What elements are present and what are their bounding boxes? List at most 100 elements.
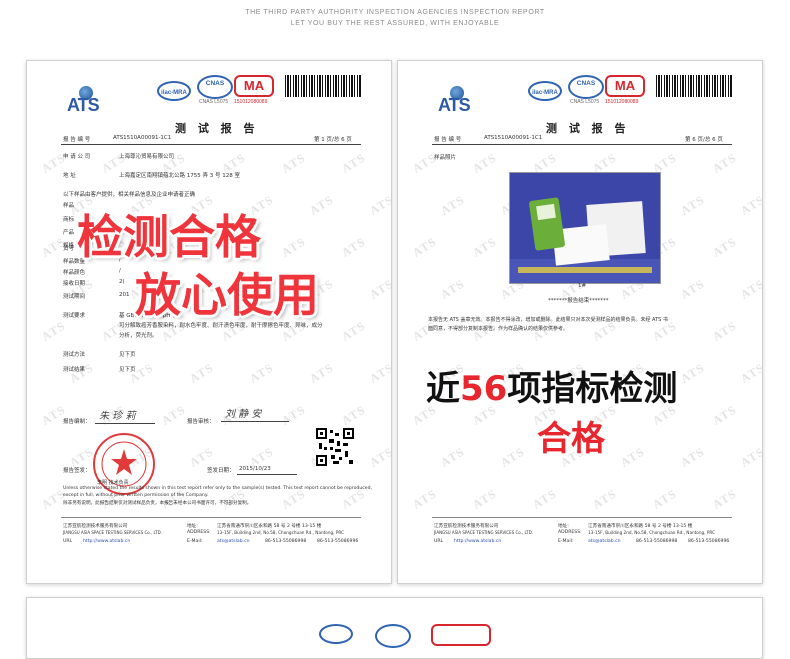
cnas-logo xyxy=(375,624,411,648)
watermark-text: ATS xyxy=(366,192,392,218)
barcode xyxy=(285,75,361,97)
divider xyxy=(61,144,361,145)
field-label: 样品颜色 xyxy=(63,270,86,276)
watermark-text: ATS xyxy=(366,360,392,386)
watermark-text: ATS xyxy=(709,318,739,344)
field-value: 201 xyxy=(119,292,130,298)
field-value: 2( xyxy=(119,279,125,285)
watermark-text: ATS xyxy=(338,234,368,260)
footer-address-label: ADDRESS: xyxy=(187,530,211,535)
ma-logo: MA xyxy=(234,75,274,97)
partial-label: 样品 xyxy=(63,203,75,209)
footer-company-cn: 江苏亚航检测技术服务有限公司 xyxy=(434,524,499,529)
watermark-text: ATS xyxy=(737,192,763,218)
footer-tel: 86-513-55086998 xyxy=(636,539,678,544)
page-indicator: 第 6 页/总 6 页 xyxy=(685,137,723,143)
footer-email-label: E-Mail: xyxy=(187,539,203,544)
watermark-text: ATS xyxy=(338,402,368,428)
ilac-mra-logo: ilac-MRA xyxy=(528,81,562,101)
qr-code xyxy=(315,427,355,467)
cnas-logo: CNAS xyxy=(568,75,604,99)
ilac-mra-logo xyxy=(319,624,353,644)
footer-company-cn: 江苏亚航检测技术服务有限公司 xyxy=(63,524,128,529)
watermark-text: ATS xyxy=(709,150,739,176)
watermark-text: ATS xyxy=(409,486,439,512)
disclaimer-en: Unless otherwise stated the results show… xyxy=(63,486,372,491)
watermark-text: ATS xyxy=(338,150,368,176)
footer-url-label: URL xyxy=(63,539,73,544)
signature-line xyxy=(221,421,289,422)
footer-addr-en: 13-15F, Building 2nd, No.58, Chongchuan … xyxy=(588,530,715,535)
ma-number: 151012080089 xyxy=(605,99,639,105)
approver-label: 报告签发： xyxy=(63,468,91,474)
address: 上海嘉定区南翔镇蕴北公路 1755 弄 3 号 128 室 xyxy=(119,173,240,179)
promo-post: 项指标检测 xyxy=(507,369,678,409)
footer-fax: 86-513-55086996 xyxy=(317,539,359,544)
watermark-text: ATS xyxy=(737,444,763,470)
result-label: 测试结果 xyxy=(63,367,86,373)
ma-logo: MA xyxy=(605,75,645,97)
reviewer-label: 报告审核： xyxy=(187,419,215,425)
approver-name: 李明 技术负责 xyxy=(97,480,129,486)
report-end-mark: *******报告结束******* xyxy=(548,298,609,304)
disclaimer-cn: 除非另有说明，此报告结果仅对测试样品负责，本报告未经本公司书面许可，不可部分复制… xyxy=(63,501,252,506)
report-no: ATS1510A00091-1C1 xyxy=(113,135,172,141)
barcode xyxy=(656,75,732,97)
footer-fax: 86-513-55086996 xyxy=(688,539,730,544)
watermark-text: ATS xyxy=(437,192,467,218)
watermark-text: ATS xyxy=(366,444,392,470)
watermark-text: ATS xyxy=(677,276,707,302)
compiler-signature: 朱 珍 莉 xyxy=(99,411,136,422)
overlay-inspection-passed: 检测合格 xyxy=(77,210,261,264)
notice-text: 面同意，不得部分复制本报告。作为样品确认的结果仅供参考。 xyxy=(428,326,569,332)
footer-url[interactable]: http://www.atslab.cn xyxy=(83,539,130,544)
method-label: 测试方法 xyxy=(63,352,86,358)
disclaimer-en: except in full, without prior written pe… xyxy=(63,493,209,498)
watermark-text: ATS xyxy=(158,402,188,428)
watermark-text: ATS xyxy=(186,360,216,386)
footer-company-en: JIANGSU ASIA SPACE TESTING SERVICES Co.,… xyxy=(434,530,533,535)
watermark-text: ATS xyxy=(649,486,679,512)
promo-number: 56 xyxy=(460,369,508,409)
watermark-text: ATS xyxy=(437,276,467,302)
footer-email[interactable]: ats@atslab.cn xyxy=(588,539,621,544)
footer-addr-label: 地址: xyxy=(187,524,198,529)
ilac-mra-logo: ilac-MRA xyxy=(157,81,191,101)
watermark-text: ATS xyxy=(469,486,499,512)
watermark-text: ATS xyxy=(38,318,68,344)
date-line xyxy=(237,474,297,475)
footer-addr-en: 13-15F, Building 2nd, No.58, Chongchuan … xyxy=(217,530,344,535)
field-label: 测试期间 xyxy=(63,294,86,300)
field-value: / xyxy=(119,268,121,274)
watermark-text: ATS xyxy=(497,444,527,470)
footer-email[interactable]: ats@atslab.cn xyxy=(217,539,250,544)
watermark-text: ATS xyxy=(278,234,308,260)
watermark-text: ATS xyxy=(709,402,739,428)
page-header: THE THIRD PARTY AUTHORITY INSPECTION AGE… xyxy=(0,7,790,29)
footer-url[interactable]: http://www.atslab.cn xyxy=(454,539,501,544)
watermark-text: ATS xyxy=(469,150,499,176)
footer-address-label: ADDRESS: xyxy=(558,530,582,535)
result-value: 见下页 xyxy=(119,367,136,373)
requirements-label: 测试要求 xyxy=(63,313,86,319)
footer-email-label: E-Mail: xyxy=(558,539,574,544)
page-indicator: 第 1 页/总 6 页 xyxy=(314,137,352,143)
footer-divider xyxy=(61,517,361,518)
footer-company-en: JIANGSU ASIA SPACE TESTING SERVICES Co.,… xyxy=(63,530,162,535)
cnas-number: CNAS L5075 xyxy=(199,99,229,105)
overlay-use-with-confidence: 放心使用 xyxy=(135,268,319,322)
watermark-text: ATS xyxy=(709,486,739,512)
watermark-text: ATS xyxy=(246,360,276,386)
right-report-page: ATS ATS ATS ATS ATS ATS ATS ATS ATS ATS ATS ATS ATS A… xyxy=(397,60,763,584)
watermark-text: ATS xyxy=(617,444,647,470)
watermark-text: ATS xyxy=(366,276,392,302)
compiler-label: 报告编制： xyxy=(63,419,91,425)
footer-addr-label: 地址: xyxy=(558,524,569,529)
requirements-text: 分析，荧光剂。 xyxy=(119,333,158,339)
method-value: 见下页 xyxy=(119,352,136,358)
watermark-text: ATS xyxy=(469,234,499,260)
report-no-label: 报 告 编 号 xyxy=(63,137,91,143)
watermark-text: ATS xyxy=(278,150,308,176)
divider xyxy=(432,144,732,145)
sample-photo xyxy=(509,172,661,284)
